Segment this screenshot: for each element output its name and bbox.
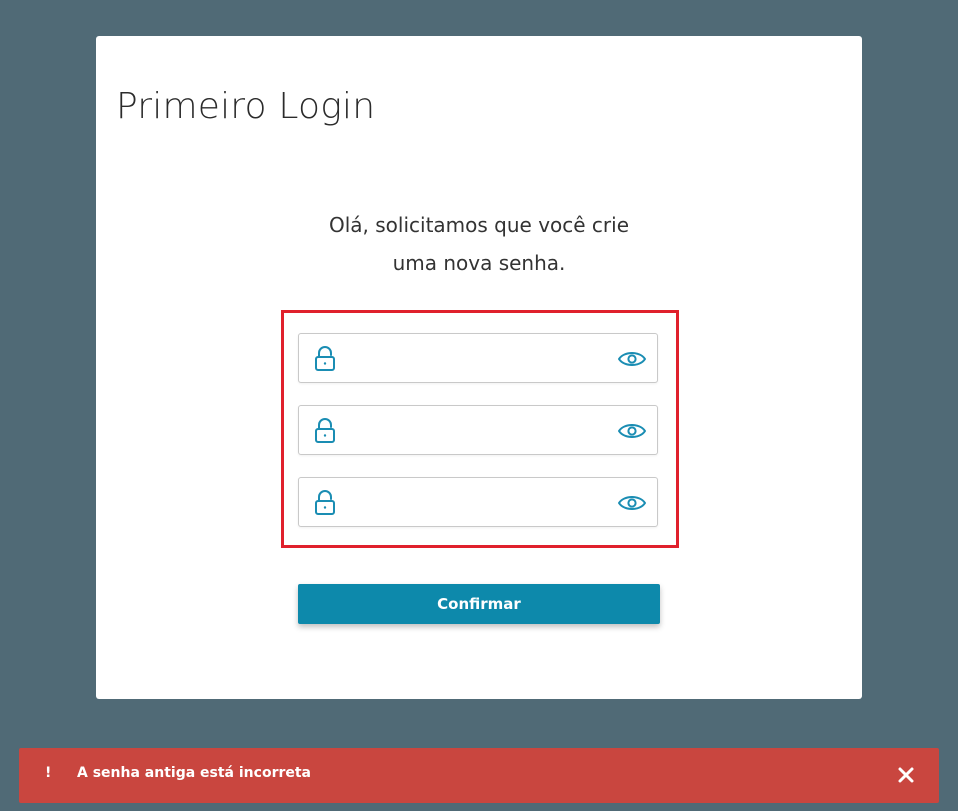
eye-icon[interactable] bbox=[617, 490, 647, 516]
eye-icon[interactable] bbox=[617, 418, 647, 444]
intro-line-1: Olá, solicitamos que você crie bbox=[328, 213, 630, 237]
old-password-input[interactable] bbox=[343, 334, 607, 382]
old-password-field[interactable] bbox=[298, 333, 658, 383]
intro-line-2: uma nova senha. bbox=[392, 251, 566, 275]
close-icon[interactable] bbox=[897, 766, 915, 784]
page-title: Primeiro Login bbox=[116, 86, 376, 127]
confirm-password-field[interactable] bbox=[298, 477, 658, 527]
lock-icon bbox=[315, 490, 335, 515]
first-login-card: Primeiro Login Olá, solicitamos que você… bbox=[96, 36, 862, 699]
new-password-field[interactable] bbox=[298, 405, 658, 455]
lock-icon bbox=[315, 346, 335, 371]
confirm-button[interactable]: Confirmar bbox=[298, 584, 660, 624]
error-message: A senha antiga está incorreta bbox=[77, 765, 312, 781]
lock-icon bbox=[315, 418, 335, 443]
intro-text: Olá, solicitamos que você crie uma nova … bbox=[96, 206, 862, 282]
alert-icon: ! bbox=[45, 765, 52, 781]
eye-icon[interactable] bbox=[617, 346, 647, 372]
new-password-input[interactable] bbox=[343, 406, 607, 454]
confirm-password-input[interactable] bbox=[343, 478, 607, 526]
error-toast: ! A senha antiga está incorreta bbox=[19, 748, 939, 803]
